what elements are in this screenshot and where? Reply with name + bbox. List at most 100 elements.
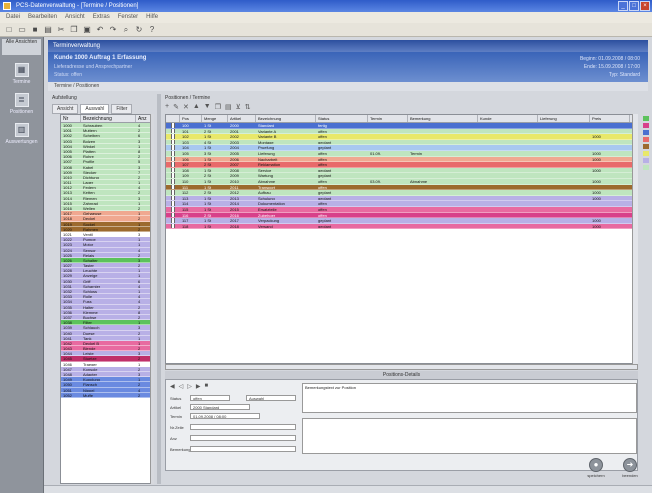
row-checkbox[interactable]: [171, 190, 175, 195]
legend-swatch[interactable]: [643, 151, 649, 156]
row-checkbox[interactable]: [171, 167, 175, 173]
grid-column-header[interactable]: Pos: [180, 115, 202, 122]
tab-auswahl[interactable]: Auswahl: [80, 104, 110, 114]
grid-column-header[interactable]: Kunde: [478, 115, 538, 122]
column-header-anz[interactable]: Anz: [136, 115, 151, 122]
legend-swatch[interactable]: [643, 158, 649, 163]
row-checkbox[interactable]: [171, 178, 175, 184]
last-icon[interactable]: ▶: [196, 383, 201, 390]
legend-swatch[interactable]: [643, 165, 649, 170]
move-up-icon[interactable]: ▲: [193, 103, 200, 111]
beenden-button[interactable]: ➜ beenden: [619, 458, 641, 478]
grid-vertical-scrollbar[interactable]: [632, 114, 638, 364]
legend-swatch[interactable]: [643, 130, 649, 135]
edit-icon[interactable]: ✎: [173, 103, 179, 111]
grid-column-header[interactable]: Menge: [202, 115, 228, 122]
memo-field[interactable]: Bemerkungstext zur Position: [302, 383, 637, 413]
grid-column-header[interactable]: Status: [316, 115, 368, 122]
nav-item-positionen[interactable]: ≣ Positionen: [4, 93, 39, 115]
table-row[interactable]: 118 1 St 2018 Versand geplant 1000: [166, 223, 637, 230]
grid-horizontal-scrollbar[interactable]: [165, 364, 638, 370]
row-checkbox[interactable]: [171, 139, 175, 145]
cut-icon[interactable]: ✂: [56, 25, 66, 35]
status-combo[interactable]: Auswahl: [246, 395, 296, 401]
grid-column-header[interactable]: [166, 115, 180, 122]
grid-column-header[interactable]: Lieferung: [538, 115, 590, 122]
row-checkbox[interactable]: [171, 150, 175, 156]
search-icon[interactable]: ⌕: [121, 25, 131, 35]
row-checkbox[interactable]: [171, 162, 175, 167]
nav-item-termine[interactable]: ▦ Termine: [4, 63, 39, 85]
row-checkbox[interactable]: [171, 223, 175, 229]
open-icon[interactable]: ▭: [17, 25, 27, 35]
menu-datei[interactable]: Datei: [6, 12, 20, 23]
bemerkung-field[interactable]: [190, 446, 296, 452]
nav-item-auswertungen[interactable]: ▥ Auswertungen: [4, 123, 39, 145]
print-icon[interactable]: ▤: [43, 25, 53, 35]
new-icon[interactable]: □: [4, 25, 14, 35]
add-icon[interactable]: +: [165, 103, 169, 111]
paste-icon[interactable]: ▣: [82, 25, 92, 35]
next-icon[interactable]: ▷: [187, 383, 192, 390]
row-checkbox[interactable]: [171, 145, 175, 150]
nav-header[interactable]: Alle Ansichten: [2, 39, 41, 55]
maximize-button[interactable]: □: [629, 1, 639, 11]
row-checkbox[interactable]: [171, 173, 175, 178]
first-icon[interactable]: ◀: [170, 383, 175, 390]
move-down-icon[interactable]: ▼: [204, 103, 211, 111]
copy-icon[interactable]: ❐: [215, 103, 221, 111]
undo-icon[interactable]: ↶: [95, 25, 105, 35]
row-checkbox[interactable]: [171, 184, 175, 190]
anz-field[interactable]: [190, 435, 296, 441]
grid-column-header[interactable]: Artikel: [228, 115, 256, 122]
refresh-icon[interactable]: ↻: [134, 25, 144, 35]
save-icon[interactable]: ■: [205, 383, 209, 390]
status-field[interactable]: offen: [190, 395, 230, 401]
row-checkbox[interactable]: [171, 134, 175, 139]
row-checkbox[interactable]: [171, 218, 175, 223]
legend-swatch[interactable]: [643, 144, 649, 149]
grid-column-header[interactable]: Termin: [368, 115, 408, 122]
legend-swatch[interactable]: [643, 123, 649, 128]
close-button[interactable]: ×: [640, 1, 650, 11]
legend-swatch[interactable]: [643, 116, 649, 121]
sort-icon[interactable]: ⇅: [245, 103, 251, 111]
save-icon[interactable]: ■: [30, 25, 40, 35]
menu-ansicht[interactable]: Ansicht: [65, 12, 85, 23]
filter-icon[interactable]: ⊻: [236, 103, 241, 111]
row-checkbox[interactable]: [171, 123, 175, 128]
nr-field[interactable]: [190, 424, 296, 430]
menu-bearbeiten[interactable]: Bearbeiten: [28, 12, 57, 23]
copy-icon[interactable]: ❐: [69, 25, 79, 35]
row-checkbox[interactable]: [171, 128, 175, 134]
row-checkbox[interactable]: [171, 206, 175, 212]
menu-fenster[interactable]: Fenster: [118, 12, 138, 23]
column-header-bezeichnung[interactable]: Bezeichnung: [81, 115, 136, 122]
redo-icon[interactable]: ↷: [108, 25, 118, 35]
row-checkbox[interactable]: [171, 156, 175, 162]
menu-extras[interactable]: Extras: [93, 12, 110, 23]
speichern-button[interactable]: ● speichern: [585, 458, 607, 478]
notes-field[interactable]: [302, 418, 637, 454]
column-header-nr[interactable]: Nr: [61, 115, 81, 122]
tab-ansicht[interactable]: Ansicht: [52, 104, 79, 114]
row-checkbox[interactable]: [171, 195, 175, 201]
minimize-button[interactable]: _: [618, 1, 628, 11]
artikel-field[interactable]: 2000 Standard: [190, 404, 250, 410]
panel-splitter[interactable]: [157, 94, 161, 484]
print-icon[interactable]: ▤: [225, 103, 232, 111]
grid-column-header[interactable]: Preis: [590, 115, 630, 122]
menu-hilfe[interactable]: Hilfe: [146, 12, 158, 23]
tab-filter[interactable]: Filter: [111, 104, 133, 114]
help-icon[interactable]: ?: [147, 25, 157, 35]
delete-icon[interactable]: ✕: [183, 103, 189, 111]
grid-column-header[interactable]: Bemerkung: [408, 115, 478, 122]
termin-field[interactable]: 01.09.2008 / 08:00: [190, 413, 260, 419]
left-list-scrollbar[interactable]: [150, 114, 154, 484]
row-checkbox[interactable]: [171, 212, 175, 218]
legend-swatch[interactable]: [643, 137, 649, 142]
grid-column-header[interactable]: Bezeichnung: [256, 115, 316, 122]
prev-icon[interactable]: ◁: [179, 383, 184, 390]
row-checkbox[interactable]: [171, 201, 175, 206]
list-item[interactable]: 1052 Muffe 2: [61, 392, 151, 398]
